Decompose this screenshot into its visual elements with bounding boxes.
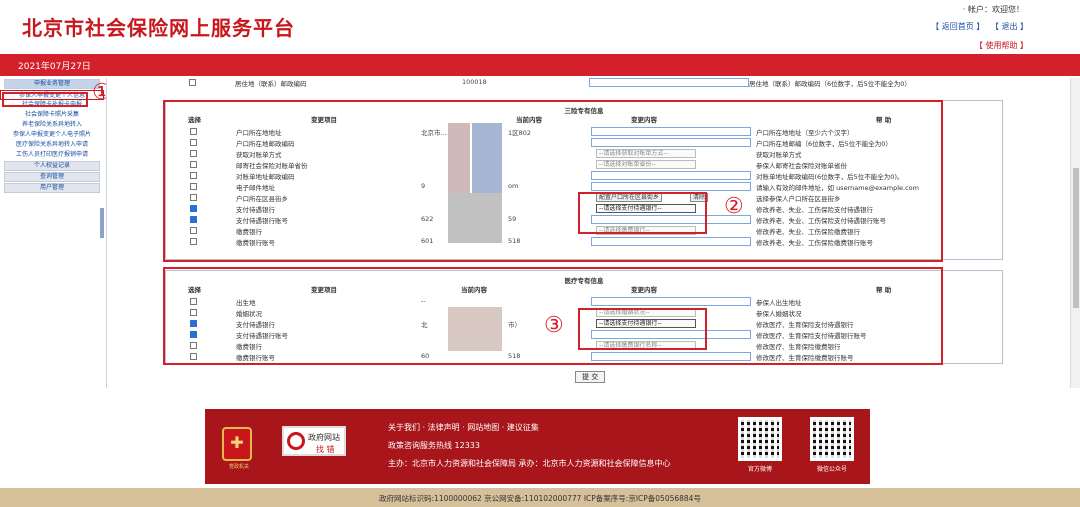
logo2-title: 政府网站 [308, 433, 340, 442]
weibo-qr-label: 官方微博 [747, 466, 772, 473]
scrollbar-thumb[interactable] [1073, 168, 1079, 308]
header-links: 【 返回首页 】 【 退出 】 [927, 21, 1028, 32]
logout-link[interactable]: 【 退出 】 [991, 22, 1028, 31]
help-link[interactable]: 【 使用帮助 】 [975, 40, 1028, 51]
annotation-3: ③ [544, 313, 564, 338]
sidebar-item-pension-transfer[interactable]: 养老保险关系异地转入 [0, 120, 104, 130]
annotation-box-2 [578, 192, 707, 234]
vertical-scrollbar[interactable] [1070, 78, 1080, 388]
sidebar-item-social-card-photo[interactable]: 社会保障卡照片采集 [0, 110, 104, 120]
sidebar-group-rights[interactable]: 个人权益记录 [4, 161, 100, 171]
row-checkbox[interactable] [189, 79, 196, 86]
annotation-box-panel1 [163, 100, 943, 262]
hotline-text: 政策咨询服务热线 12333 [388, 441, 480, 450]
home-link[interactable]: 【 返回首页 】 [931, 22, 984, 31]
sidebar-item-medical-transfer[interactable]: 医疗保险关系异地转入申请 [0, 140, 104, 150]
date-bar: 2021年07月27日 [0, 54, 1080, 76]
sidebar-group-user[interactable]: 用户管理 [4, 183, 100, 193]
sidebar: 申报业务管理 参保人申报变更个人信息 社会保障卡补报卡申报 社会保障卡照片采集 … [0, 78, 104, 378]
icp-text: 政府网站标识码:1100000062 京公网安备:110102000777 IC… [379, 494, 701, 503]
submit-button[interactable]: 提 交 [575, 371, 606, 383]
site-header: 北京市社会保险网上服务平台 · 帐户：欢迎您！ 【 返回首页 】 【 退出 】 … [0, 0, 1080, 54]
address-postcode-row: 居住地（联系）邮政编码 100018 居住地（联系）邮政编码（6位数字，后5位不… [107, 78, 1066, 88]
footer-links[interactable]: 关于我们 · 法律声明 · 网站地图 · 建议征集 [388, 422, 539, 433]
sidebar-item-photo-change[interactable]: 参保人申报变更个人电子照片 [0, 130, 104, 140]
annotation-2: ② [724, 194, 744, 219]
current-date: 2021年07月27日 [18, 62, 91, 72]
sidebar-collapse-handle[interactable] [100, 208, 104, 238]
wechat-qr-label: 微信公众号 [816, 466, 847, 473]
row-input[interactable] [589, 78, 749, 87]
logo2-subtitle: 找 错 [316, 445, 335, 454]
sidebar-group-declare[interactable]: 申报业务管理 [4, 79, 100, 89]
sidebar-group-query[interactable]: 查询管理 [4, 172, 100, 182]
footer-bottom-bar: 政府网站标识码:1100000062 京公网安备:110102000777 IC… [0, 488, 1080, 507]
emblem-caption: 党政机关 [228, 464, 249, 470]
annotation-box-3 [578, 308, 707, 350]
weibo-qr-icon [738, 417, 782, 461]
host-text: 主办：北京市人力资源和社会保障局 承办：北京市人力资源和社会保障信息中心 [388, 459, 671, 468]
site-title: 北京市社会保险网上服务平台 [22, 16, 295, 40]
row-current: 100018 [462, 78, 487, 86]
party-gov-emblem-icon[interactable]: ✚ [222, 427, 252, 461]
wechat-qr-icon [810, 417, 854, 461]
welcome-text: · 帐户：欢迎您！ [962, 5, 1024, 14]
annotation-box-1 [2, 92, 88, 107]
row-help: 居住地（联系）邮政编码（6位数字，后5位不能全为0） [749, 80, 911, 88]
gov-site-error-report-button[interactable]: 政府网站 找 错 [282, 426, 346, 456]
site-footer: ✚ 党政机关 政府网站 找 错 关于我们 · 法律声明 · 网站地图 · 建议征… [0, 400, 1080, 488]
magnifier-icon [287, 432, 305, 450]
row-item: 居住地（联系）邮政编码 [235, 80, 307, 88]
sidebar-item-injury-print[interactable]: 工伤人员打印医疗报销申请 [0, 150, 104, 160]
